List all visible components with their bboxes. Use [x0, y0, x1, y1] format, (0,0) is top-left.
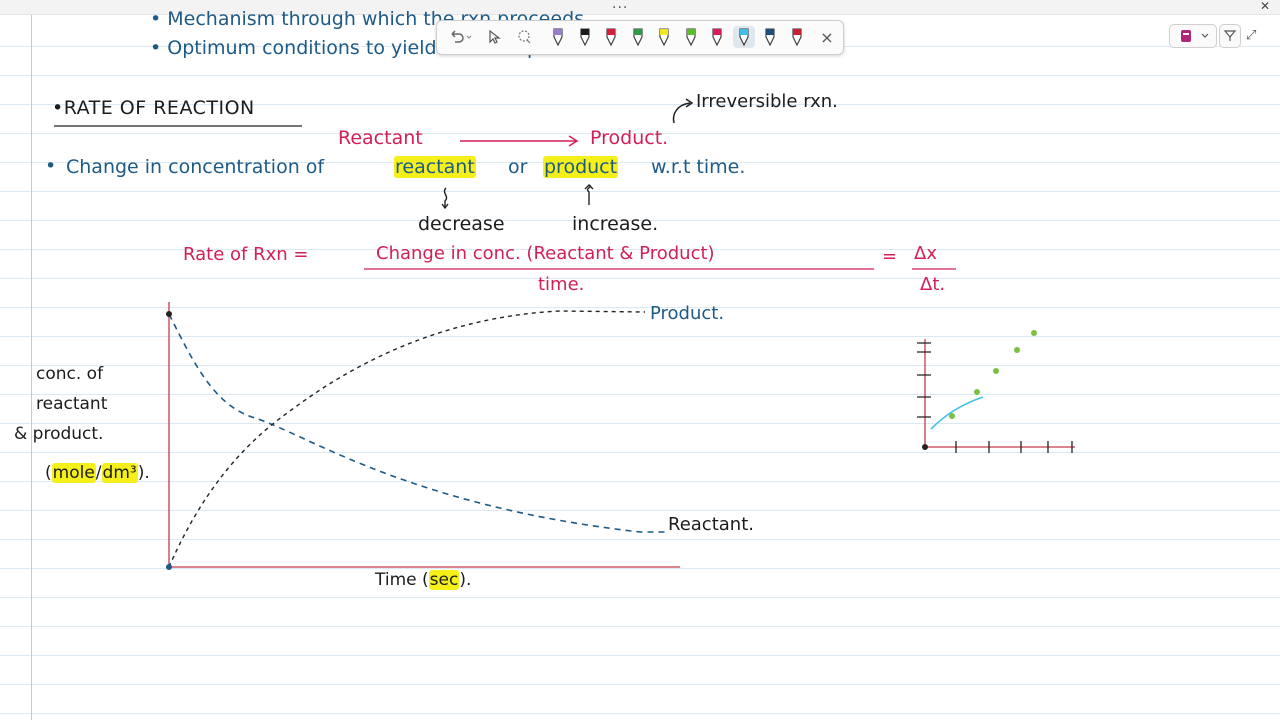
pen-green-button[interactable] [627, 26, 649, 48]
pen-lime-button[interactable] [680, 26, 702, 48]
notebook-icon [1181, 30, 1209, 42]
window-close-icon[interactable]: ✕ [1260, 0, 1270, 13]
xlabel-post: ). [459, 570, 472, 590]
sketch-point-5 [1031, 330, 1037, 336]
pen-pink-button[interactable] [706, 26, 728, 48]
rate-denominator: time. [538, 274, 585, 295]
definition-wrt: w.r.t time. [651, 156, 746, 178]
sketch-point-1 [949, 413, 955, 419]
reactant-highlight: reactant [394, 156, 476, 178]
product-highlight: product [543, 156, 619, 178]
graph-ylabel-line2: reactant [36, 394, 108, 414]
rate-dx: Δx [914, 243, 937, 264]
graph-ylabel-line1: conc. of [36, 364, 104, 384]
graph-unit: (mole/dm³). [45, 463, 150, 483]
sketch-point-3 [993, 368, 999, 374]
increase-arrow-icon [584, 184, 594, 205]
pen-marker-red-button[interactable] [786, 26, 808, 48]
sketch-y-ticks [917, 342, 931, 418]
fraction-bar [364, 268, 874, 270]
expand-icon[interactable]: ⤢ [1246, 28, 1256, 43]
page-margin-line [31, 15, 32, 720]
lasso-icon [518, 30, 531, 44]
undo-button[interactable] [445, 26, 475, 48]
definition-reactant: reactant [394, 156, 476, 178]
product-curve-label: Product. [650, 303, 725, 324]
filter-button[interactable] [1219, 24, 1241, 48]
reactant-start-point [166, 311, 172, 317]
product-label: Product. [590, 127, 669, 149]
unit-open: ( [45, 463, 52, 483]
heading-rate-of-reaction: •RATE OF REACTION [52, 97, 255, 119]
sketch-cyan-line [930, 396, 984, 430]
undo-icon [451, 30, 472, 43]
notebook-color-picker[interactable] [1169, 24, 1217, 48]
highlighter-yellow-button[interactable] [653, 26, 675, 48]
pen-marker-red-icon [791, 28, 802, 47]
definition-text: Change in concentration of [66, 156, 325, 178]
delta-fraction-bar [912, 268, 956, 270]
rate-label: Rate of Rxn = [183, 244, 309, 265]
unit-slash: / [95, 463, 102, 483]
reactant-label: Reactant [338, 127, 423, 149]
definition-product: product [543, 156, 619, 178]
reactant-curve-label: Reactant. [668, 514, 754, 535]
pen-pink-icon [712, 28, 722, 47]
pen-black-icon [579, 28, 590, 47]
sketch-point-4 [1014, 347, 1020, 353]
definition-or: or [508, 156, 528, 178]
pen-lavender-button[interactable] [547, 26, 569, 48]
toolbar-close-button[interactable]: × [817, 26, 837, 48]
highlighter-cyan-icon [738, 28, 749, 47]
definition-bullet: • [45, 155, 57, 177]
irreversible-label: Irreversible rxn. [696, 91, 838, 112]
lasso-tool[interactable] [515, 26, 535, 48]
pen-lavender-icon [553, 28, 563, 47]
cursor-icon [489, 29, 501, 44]
pen-red-icon [606, 28, 616, 47]
graph-ylabel-line3: & product. [14, 424, 104, 444]
unit-dm: dm³ [101, 463, 138, 483]
rate-numerator: Change in conc. (Reactant & Product) [376, 243, 715, 264]
xlabel-pre: Time ( [375, 570, 429, 590]
more-options-icon[interactable]: ... [612, 0, 628, 12]
origin-point [166, 564, 172, 570]
filter-icon [1223, 30, 1237, 41]
xlabel-sec: sec [428, 570, 460, 590]
select-tool[interactable] [484, 26, 504, 48]
graph-xlabel: Time (sec). [375, 570, 471, 590]
pen-navy-button[interactable] [759, 26, 781, 48]
highlighter-cyan-button[interactable] [732, 26, 755, 48]
increase-label: increase. [572, 213, 659, 235]
pen-black-button[interactable] [574, 26, 596, 48]
heading-underline [54, 125, 302, 127]
unit-close: ). [137, 463, 150, 483]
concentration-time-graph [166, 302, 680, 570]
unit-mole: mole [51, 463, 96, 483]
pen-green-icon [632, 28, 643, 47]
decrease-label: decrease [418, 213, 505, 235]
sketch-point-2 [974, 389, 980, 395]
pen-toolbar: × [436, 20, 844, 55]
reactant-curve [168, 313, 665, 533]
rate-dt: Δt. [920, 274, 946, 295]
reaction-arrow-icon [460, 135, 579, 147]
rate-equals: = [882, 246, 898, 267]
decrease-arrow-icon [441, 187, 449, 210]
pen-red-button[interactable] [600, 26, 622, 48]
pen-lime-icon [685, 28, 696, 47]
rate-sketch-graph [917, 330, 1075, 453]
product-curve [168, 310, 646, 568]
sketch-origin [922, 444, 928, 450]
pen-navy-icon [765, 28, 775, 47]
highlighter-yellow-icon [659, 28, 669, 47]
